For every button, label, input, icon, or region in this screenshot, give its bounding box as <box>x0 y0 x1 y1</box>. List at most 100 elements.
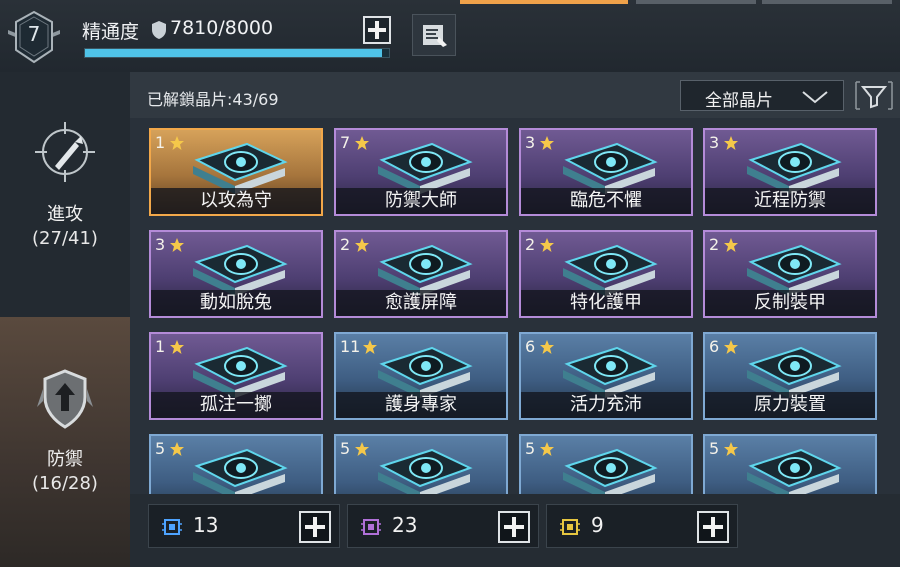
chip-level: 5 <box>340 439 351 458</box>
chip-panel: 已解鎖晶片:43/69 全部晶片 1 以攻為守 7 防禦大師 3 臨危不懼 3 近程防禦 3 動如… <box>130 72 900 567</box>
chip-card[interactable]: 3 近程防禦 <box>703 128 877 216</box>
chip-card[interactable]: 3 臨危不懼 <box>519 128 693 216</box>
chip-level: 2 <box>340 235 351 254</box>
add-blue-chip-button[interactable] <box>299 511 331 543</box>
chip-level: 3 <box>525 133 536 152</box>
resource-count: 9 <box>591 513 604 537</box>
tab-edge[interactable] <box>762 0 892 4</box>
chip-name-bar: 特化護甲 <box>521 290 691 316</box>
mastery-value: 7810/8000 <box>170 17 274 39</box>
purple-chip-icon <box>361 519 381 535</box>
sidebar-count-attack: (27/41) <box>32 228 98 249</box>
resource-count: 23 <box>392 513 418 537</box>
chip-level: 5 <box>525 439 536 458</box>
star-icon <box>724 442 738 456</box>
chip-name-bar: 近程防禦 <box>705 188 875 214</box>
chip-name: 以攻為守 <box>200 190 272 211</box>
plus-icon <box>368 21 386 39</box>
chip-name-bar: 愈護屏障 <box>336 290 506 316</box>
chip-card[interactable]: 6 活力充沛 <box>519 332 693 420</box>
info-button[interactable] <box>412 14 456 56</box>
star-icon <box>540 238 554 252</box>
filter-label: 全部晶片 <box>705 91 773 111</box>
mastery-progress-fill <box>85 49 382 57</box>
star-icon <box>540 136 554 150</box>
star-icon <box>170 340 184 354</box>
chip-card[interactable]: 2 反制裝甲 <box>703 230 877 318</box>
add-purple-chip-button[interactable] <box>498 511 530 543</box>
chip-name: 原力裝置 <box>754 394 826 415</box>
chip-name-bar: 動如脫兔 <box>151 290 321 316</box>
heart-icon <box>563 448 658 494</box>
level-badge: 7 <box>6 8 62 68</box>
chip-level: 5 <box>155 439 166 458</box>
mastery-progress-bar <box>84 48 390 58</box>
document-icon <box>423 25 447 47</box>
star-icon <box>724 238 738 252</box>
star-icon <box>355 442 369 456</box>
level-number: 7 <box>27 22 41 46</box>
star-icon <box>540 442 554 456</box>
gear-bug-icon <box>378 448 473 494</box>
boot-icon <box>193 448 288 494</box>
chip-grid: 1 以攻為守 7 防禦大師 3 臨危不懼 3 近程防禦 3 動如脫兔 2 愈護屏障 2 特化護甲 2 反制裝甲… <box>130 118 900 494</box>
resource-bar: 13 23 9 <box>130 494 900 567</box>
sidebar-label-defense: 防禦 <box>47 449 83 470</box>
sidebar-label-attack: 進攻 <box>47 204 83 225</box>
chip-card[interactable]: 1 以攻為守 <box>149 128 323 216</box>
chip-card[interactable]: 5 <box>519 434 693 494</box>
chip-card[interactable]: 5 <box>149 434 323 494</box>
chip-name: 愈護屏障 <box>385 292 457 313</box>
chip-card[interactable]: 11 護身專家 <box>334 332 508 420</box>
chip-level: 5 <box>709 439 720 458</box>
chip-card[interactable]: 6 原力裝置 <box>703 332 877 420</box>
panel-header: 已解鎖晶片:43/69 全部晶片 <box>130 72 900 118</box>
resource-blue: 13 <box>148 504 340 548</box>
heart-wing-icon <box>747 448 842 494</box>
chip-name-bar: 護身專家 <box>336 392 506 418</box>
chip-level: 6 <box>709 337 720 356</box>
chip-name: 反制裝甲 <box>754 292 826 313</box>
chip-level: 11 <box>340 337 361 356</box>
chip-name-bar: 反制裝甲 <box>705 290 875 316</box>
resource-purple: 23 <box>347 504 539 548</box>
chip-level: 6 <box>525 337 536 356</box>
chip-card[interactable]: 1 孤注一擲 <box>149 332 323 420</box>
tab-edge[interactable] <box>636 0 756 4</box>
crosshair-bullet-icon <box>35 122 95 182</box>
star-icon <box>540 340 554 354</box>
chip-level: 7 <box>340 133 351 152</box>
sidebar-count-defense: (16/28) <box>32 473 98 494</box>
chip-filter-dropdown[interactable]: 全部晶片 <box>680 80 844 111</box>
chip-card[interactable]: 5 <box>703 434 877 494</box>
shield-icon <box>152 21 166 39</box>
chip-name: 臨危不懼 <box>570 190 642 211</box>
chip-card[interactable]: 2 特化護甲 <box>519 230 693 318</box>
chip-level: 3 <box>709 133 720 152</box>
plus-icon <box>504 517 524 537</box>
star-icon <box>170 442 184 456</box>
add-mastery-button[interactable] <box>363 16 391 44</box>
star-icon <box>724 136 738 150</box>
mastery-label: 精通度 <box>82 21 140 43</box>
chip-name-bar: 活力充沛 <box>521 392 691 418</box>
active-tab-edge[interactable] <box>460 0 628 4</box>
chip-card[interactable]: 7 防禦大師 <box>334 128 508 216</box>
sidebar-item-defense[interactable]: 防禦 (16/28) <box>0 317 130 567</box>
gold-chip-icon <box>560 519 580 535</box>
blue-chip-icon <box>162 519 182 535</box>
sidebar-item-attack[interactable]: 進攻 (27/41) <box>0 120 130 320</box>
add-gold-chip-button[interactable] <box>697 511 729 543</box>
chip-name-bar: 以攻為守 <box>151 188 321 214</box>
star-icon <box>355 238 369 252</box>
chip-card[interactable]: 3 動如脫兔 <box>149 230 323 318</box>
chip-name: 防禦大師 <box>385 190 457 211</box>
chip-card[interactable]: 2 愈護屏障 <box>334 230 508 318</box>
chip-level: 2 <box>525 235 536 254</box>
star-icon <box>170 238 184 252</box>
star-icon <box>355 136 369 150</box>
star-icon <box>724 340 738 354</box>
filter-button[interactable] <box>854 80 894 111</box>
unlocked-count: 已解鎖晶片:43/69 <box>147 90 279 109</box>
chip-card[interactable]: 5 <box>334 434 508 494</box>
